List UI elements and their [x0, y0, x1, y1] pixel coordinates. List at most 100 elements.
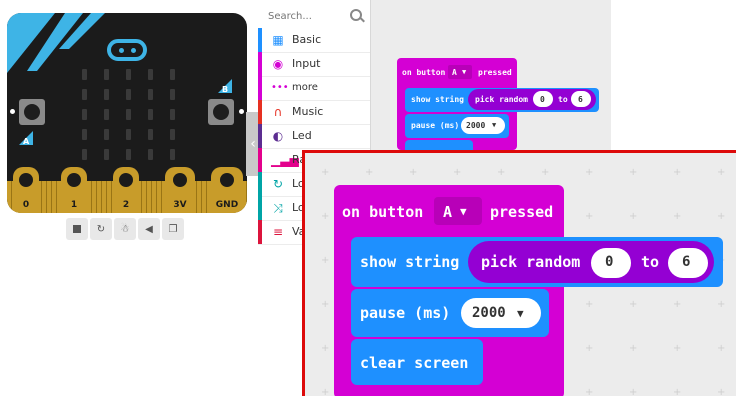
zoom-callout: ++++++++++++++++++++++++++++++++++++++++…: [302, 150, 736, 396]
led-matrix: [77, 65, 177, 165]
search-input[interactable]: [266, 6, 350, 26]
pause-value: 2000: [472, 305, 506, 321]
led: [170, 109, 175, 120]
grid-plus: +: [717, 299, 726, 310]
button-a-arrow-icon: A: [19, 131, 33, 146]
pin-0[interactable]: 0: [13, 167, 39, 213]
grid-plus: +: [497, 167, 506, 178]
category-label: Music: [292, 105, 324, 118]
debug-button[interactable]: ☃: [114, 218, 136, 240]
led: [126, 109, 131, 120]
restart-button[interactable]: ↻: [90, 218, 112, 240]
list-icon: ≡: [272, 225, 284, 239]
grid-plus: +: [673, 343, 682, 354]
show-string-label-small: show string: [411, 95, 464, 104]
clear-screen-block-small[interactable]: [405, 140, 473, 150]
led: [126, 149, 131, 160]
edge-pin: [56, 181, 57, 213]
grid-plus: +: [717, 387, 726, 396]
grid-plus: +: [585, 211, 594, 222]
category-music[interactable]: ∩ Music: [258, 100, 370, 125]
grid-plus: +: [717, 167, 726, 178]
grid-plus: +: [629, 343, 638, 354]
random-to-value-small: 6: [578, 95, 583, 104]
grid-icon: ▦: [272, 33, 284, 47]
stop-button[interactable]: [66, 218, 88, 240]
category-input-more[interactable]: ••• more: [258, 76, 370, 101]
pause-label: pause (ms): [360, 304, 451, 322]
led: [82, 69, 87, 80]
category-basic[interactable]: ▦ Basic: [258, 28, 370, 53]
toolbox-search[interactable]: [266, 6, 366, 28]
chevron-down-icon: ▼: [460, 205, 467, 218]
chevron-down-icon: ▼: [462, 68, 467, 76]
led: [170, 69, 175, 80]
sound-button[interactable]: ◀︎: [138, 218, 160, 240]
led: [148, 129, 153, 140]
pin-2[interactable]: 2: [113, 167, 139, 213]
grid-plus: +: [585, 343, 594, 354]
button-b[interactable]: [208, 99, 234, 125]
edge-pin: [41, 181, 42, 213]
category-input[interactable]: ◉ Input: [258, 52, 370, 77]
pin-gnd[interactable]: GND: [211, 167, 243, 213]
led: [148, 109, 153, 120]
led: [82, 109, 87, 120]
led: [126, 89, 131, 100]
led: [148, 69, 153, 80]
microbit-logo: [107, 39, 147, 61]
grid-plus: +: [365, 167, 374, 178]
random-to-label-small: to: [558, 95, 568, 104]
grid-plus: +: [717, 343, 726, 354]
grid-plus: +: [673, 387, 682, 396]
grid-plus: +: [321, 299, 330, 310]
category-label: Basic: [292, 33, 322, 46]
grid-plus: +: [673, 211, 682, 222]
led: [104, 129, 109, 140]
next-block-cropped[interactable]: [351, 389, 561, 396]
led: [170, 89, 175, 100]
search-icon[interactable]: [350, 9, 362, 21]
microbit-board: A B 0 1 2 3V GND: [7, 13, 247, 213]
pin-1-label: 1: [70, 200, 78, 210]
pin-1[interactable]: 1: [61, 167, 87, 213]
led: [148, 89, 153, 100]
edge-pin: [141, 181, 142, 213]
sound-icon: ◀︎: [145, 223, 153, 235]
led: [104, 149, 109, 160]
edge-pin: [156, 181, 157, 213]
fullscreen-icon: ❐: [168, 223, 178, 235]
chevron-left-icon: ‹: [250, 136, 256, 152]
button-b-label: B: [222, 85, 228, 94]
pin-3v-label: 3V: [173, 200, 187, 210]
led: [148, 149, 153, 160]
pick-random-label-small: pick random: [475, 95, 528, 104]
random-from-value-small: 0: [540, 95, 545, 104]
edge-pin: [146, 181, 147, 213]
grid-plus: +: [409, 167, 418, 178]
fullscreen-button[interactable]: ❐: [162, 218, 184, 240]
button-value: A: [443, 203, 453, 221]
button-dropdown[interactable]: [434, 197, 482, 225]
edge-pin: [161, 181, 162, 213]
debug-icon: ☃: [120, 223, 130, 235]
grid-plus: +: [717, 211, 726, 222]
dots-icon: •••: [271, 82, 289, 93]
button-value-small: A: [452, 68, 457, 77]
grid-plus: +: [629, 211, 638, 222]
event-suffix-small: pressed: [478, 68, 512, 77]
pin-3v[interactable]: 3V: [165, 167, 195, 213]
grid-plus: +: [673, 167, 682, 178]
edge-pin: [46, 181, 47, 213]
clear-screen-label: clear screen: [360, 354, 469, 372]
edge-pin: [11, 181, 12, 213]
edge-pin: [111, 181, 112, 213]
category-label: more: [292, 82, 318, 93]
button-a[interactable]: [19, 99, 45, 125]
led: [104, 69, 109, 80]
headphones-icon: ∩: [273, 105, 283, 119]
edge-pin: [246, 181, 247, 213]
restart-icon: ↻: [96, 223, 106, 235]
category-led[interactable]: ◐ Led: [258, 124, 370, 149]
led: [82, 89, 87, 100]
